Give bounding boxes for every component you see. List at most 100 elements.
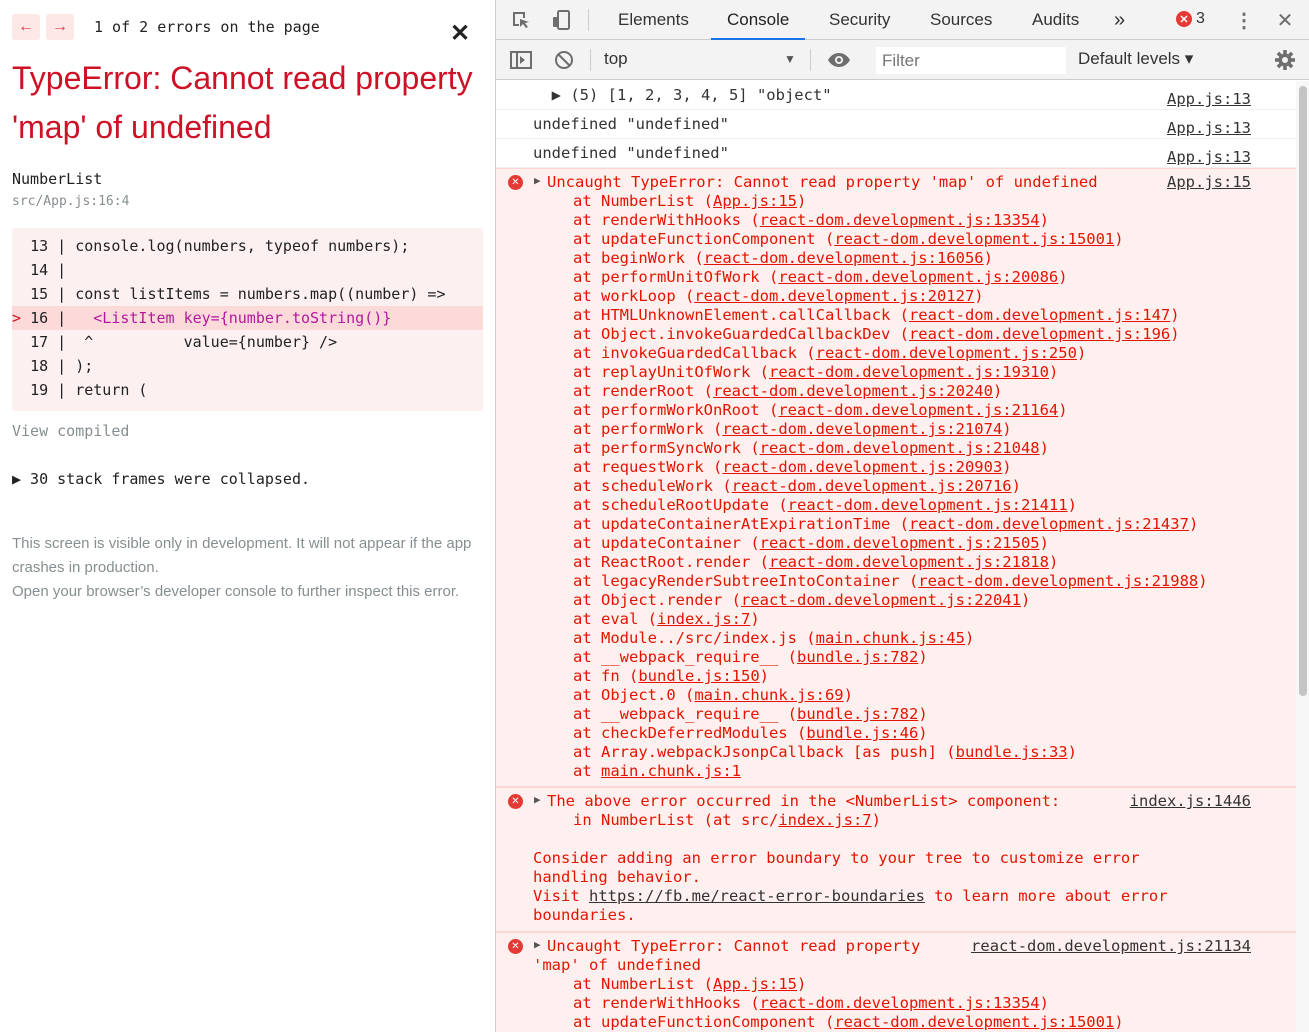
frame-source-link[interactable]: main.chunk.js:69: [694, 686, 843, 704]
line-number: 14: [30, 261, 49, 279]
console-log-row: undefined "undefined" App.js:13: [496, 110, 1296, 139]
frame-source-link[interactable]: react-dom.development.js:21164: [778, 401, 1058, 419]
component-source-link[interactable]: index.js:7: [778, 811, 871, 829]
frame-source-link[interactable]: react-dom.development.js:19310: [769, 363, 1049, 381]
prev-error-button[interactable]: ←: [12, 14, 40, 40]
frame-source-link[interactable]: main.chunk.js:45: [816, 629, 965, 647]
frame-source-link[interactable]: react-dom.development.js:16056: [704, 249, 984, 267]
frame-source-link[interactable]: react-dom.development.js:21437: [909, 515, 1189, 533]
next-error-button[interactable]: →: [46, 14, 74, 40]
gutter-separator: |: [48, 261, 76, 279]
frame-at: at: [573, 994, 601, 1012]
frame-source-link[interactable]: bundle.js:33: [956, 743, 1068, 761]
frame-function: ReactRoot.render: [601, 553, 751, 571]
frame-source-link[interactable]: react-dom.development.js:147: [909, 306, 1170, 324]
device-toolbar-icon[interactable]: [548, 0, 574, 40]
expand-triangle-icon[interactable]: ▶: [534, 938, 541, 951]
stack-frame: at eval (index.js:7): [573, 610, 760, 628]
frame-function: renderRoot: [601, 382, 695, 400]
toolbar-divider: [588, 9, 589, 31]
console-toolbar: top ▼ Default levels ▾: [496, 40, 1309, 80]
console-log-row[interactable]: ▶ (5) [1, 2, 3, 4, 5] "object" App.js:13: [496, 81, 1296, 110]
sidebar-toggle-icon[interactable]: [508, 40, 534, 80]
context-selector[interactable]: top: [604, 49, 628, 69]
live-expression-eye-icon[interactable]: [826, 40, 852, 80]
close-icon[interactable]: ✕: [450, 22, 470, 46]
expand-triangle-icon[interactable]: ▶: [534, 793, 541, 806]
console-error-row[interactable]: ✕ ▶ The above error occurred in the <Num…: [496, 787, 1296, 932]
tab-console[interactable]: Console: [711, 0, 806, 40]
error-source-link[interactable]: index.js:1446: [1130, 792, 1251, 810]
scrollbar-thumb[interactable]: [1299, 86, 1307, 696]
log-levels-dropdown[interactable]: Default levels ▾: [1078, 49, 1193, 69]
frame-function: performUnitOfWork: [601, 268, 760, 286]
view-compiled-link[interactable]: View compiled: [12, 422, 129, 440]
stack-trace: at NumberList (App.js:15) at renderWithHo…: [496, 975, 1296, 1032]
error-source-link[interactable]: App.js:15: [1167, 173, 1251, 191]
tab-sources[interactable]: Sources: [930, 0, 992, 40]
frame-source-link[interactable]: index.js:7: [657, 610, 750, 628]
filter-input[interactable]: [876, 47, 1066, 74]
frame-function: requestWork: [601, 458, 704, 476]
tab-elements[interactable]: Elements: [618, 0, 689, 40]
chevron-down-icon[interactable]: ▼: [784, 52, 796, 66]
frame-at: at: [573, 268, 601, 286]
frame-at: at: [573, 667, 601, 685]
code-line: 15 | const listItems = numbers.map((numb…: [12, 282, 483, 306]
tab-audits[interactable]: Audits: [1032, 0, 1079, 40]
frame-source-link[interactable]: react-dom.development.js:15001: [834, 230, 1114, 248]
stack-frame: at performWork (react-dom.development.js…: [573, 420, 1012, 438]
frame-function: performWork: [601, 420, 704, 438]
more-tabs-icon[interactable]: »: [1114, 0, 1125, 40]
frame-source-link[interactable]: react-dom.development.js:13354: [760, 211, 1040, 229]
line-marker: [12, 261, 21, 279]
frame-source-link[interactable]: react-dom.development.js:196: [909, 325, 1170, 343]
frame-source-link[interactable]: react-dom.development.js:20086: [778, 268, 1058, 286]
clear-console-icon[interactable]: [552, 40, 576, 80]
frame-at: at: [573, 192, 601, 210]
frame-source-link[interactable]: bundle.js:782: [797, 705, 918, 723]
frame-source-link[interactable]: App.js:15: [713, 192, 797, 210]
frame-source-link[interactable]: react-dom.development.js:20903: [722, 458, 1002, 476]
line-number: 16: [30, 309, 49, 327]
code-line: 18 | );: [12, 354, 483, 378]
frame-source-link[interactable]: react-dom.development.js:21988: [918, 572, 1198, 590]
tab-security[interactable]: Security: [829, 0, 890, 40]
error-source-link[interactable]: react-dom.development.js:21134: [971, 937, 1251, 955]
frame-source-link[interactable]: App.js:15: [713, 975, 797, 993]
boundary-visit-line: Visit https://fb.me/react-error-boundari…: [496, 887, 1296, 906]
frame-source-link[interactable]: react-dom.development.js:21505: [760, 534, 1040, 552]
frame-source-link[interactable]: react-dom.development.js:250: [816, 344, 1077, 362]
close-devtools-icon[interactable]: ✕: [1274, 0, 1296, 40]
frame-source-link[interactable]: react-dom.development.js:20127: [694, 287, 974, 305]
frame-source-link[interactable]: react-dom.development.js:20716: [732, 477, 1012, 495]
error-count-badge[interactable]: ✕ 3: [1176, 10, 1205, 28]
stack-frame: at Object.0 (main.chunk.js:69): [573, 686, 853, 704]
visit-prefix: Visit: [533, 887, 589, 905]
inspect-element-icon[interactable]: [508, 0, 534, 40]
frame-source-link[interactable]: react-dom.development.js:20240: [713, 382, 993, 400]
frame-source-link[interactable]: react-dom.development.js:22041: [741, 591, 1021, 609]
stack-frame: at requestWork (react-dom.development.js…: [573, 458, 1012, 476]
frame-source-link[interactable]: react-dom.development.js:21818: [769, 553, 1049, 571]
console-error-row[interactable]: ✕ ▶ Uncaught TypeError: Cannot read prop…: [496, 932, 1296, 1032]
frame-at: at: [573, 211, 601, 229]
kebab-menu-icon[interactable]: ⋮: [1234, 0, 1254, 40]
frame-source-link[interactable]: bundle.js:782: [797, 648, 918, 666]
expand-triangle-icon[interactable]: ▶: [534, 174, 541, 187]
frame-source-link[interactable]: react-dom.development.js:21048: [760, 439, 1040, 457]
code-line: 19 | return (: [12, 378, 483, 402]
frame-source-link[interactable]: react-dom.development.js:21411: [788, 496, 1068, 514]
frame-source-link[interactable]: react-dom.development.js:15001: [834, 1013, 1114, 1031]
frame-function: __webpack_require__: [601, 648, 779, 666]
frame-source-link[interactable]: react-dom.development.js:13354: [760, 994, 1040, 1012]
console-error-row[interactable]: ✕ ▶ Uncaught TypeError: Cannot read prop…: [496, 168, 1296, 787]
frame-source-link[interactable]: bundle.js:150: [638, 667, 759, 685]
collapsed-frames-toggle[interactable]: ▶ 30 stack frames were collapsed.: [12, 470, 310, 488]
frame-source-link[interactable]: react-dom.development.js:21074: [722, 420, 1002, 438]
frame-at: at: [573, 743, 601, 761]
gear-icon[interactable]: [1272, 40, 1298, 80]
frame-source-link[interactable]: bundle.js:46: [806, 724, 918, 742]
frame-source-link[interactable]: main.chunk.js:1: [601, 762, 741, 780]
docs-link[interactable]: https://fb.me/react-error-boundaries: [589, 887, 925, 905]
